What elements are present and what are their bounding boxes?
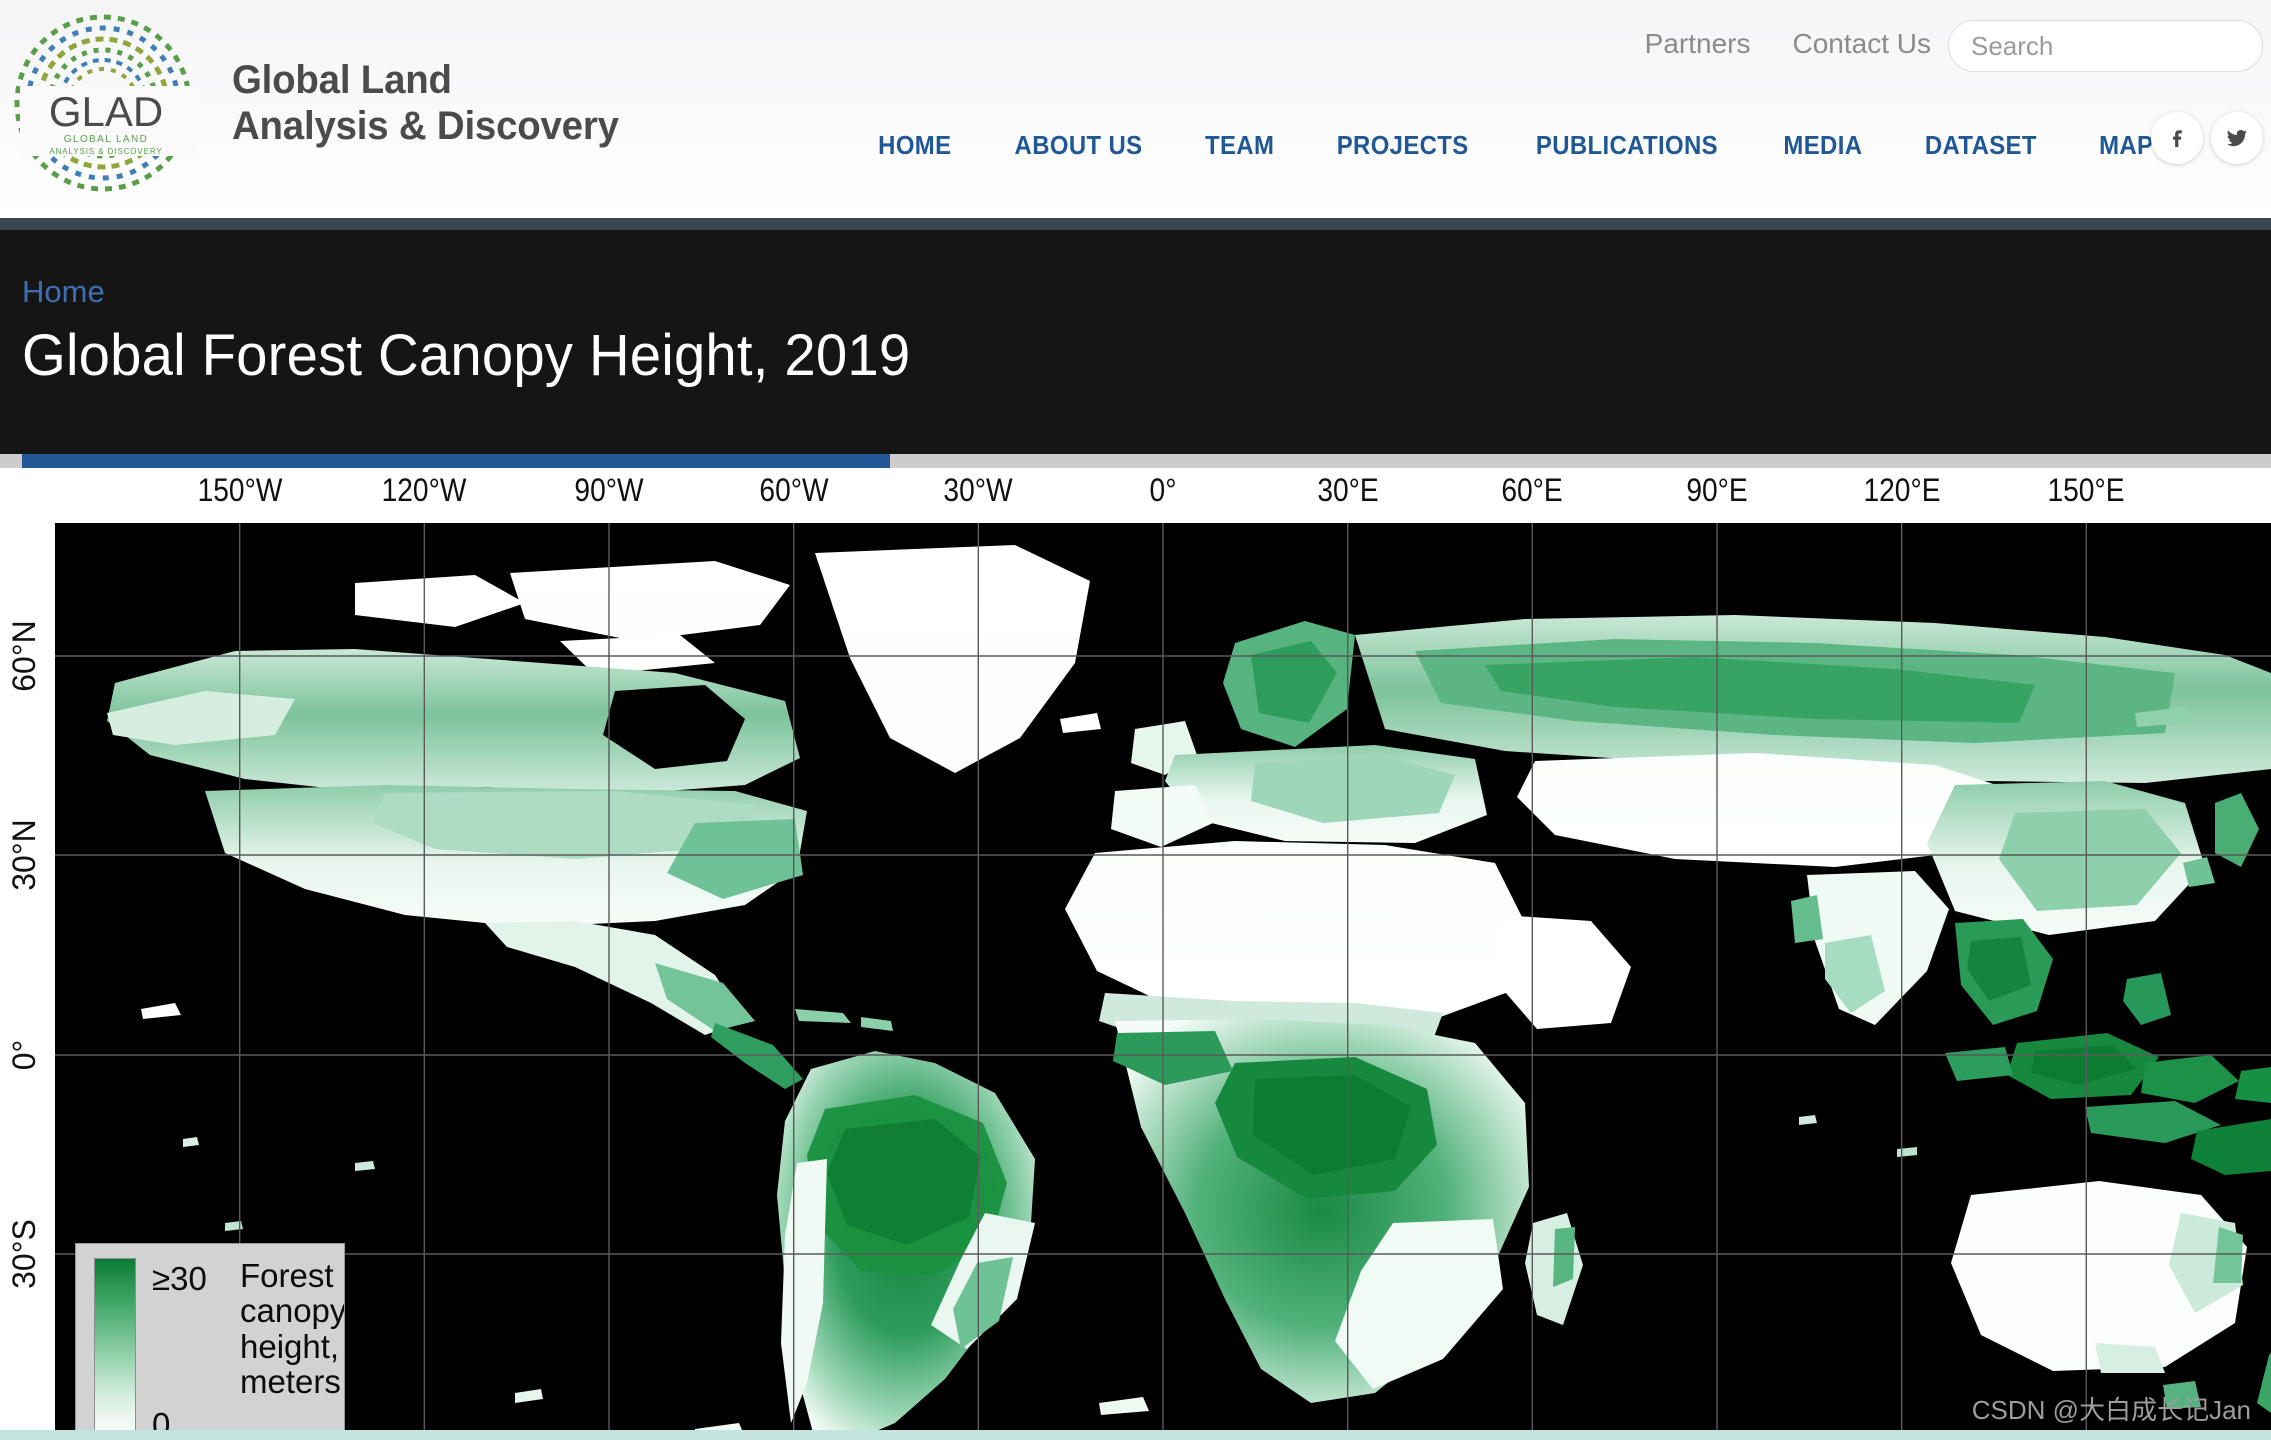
banner-top-rule <box>0 218 2271 230</box>
nav-item-media[interactable]: MEDIA <box>1759 130 1888 161</box>
search-input[interactable] <box>1971 30 2271 62</box>
util-link-contact-us[interactable]: Contact Us <box>1793 28 1932 60</box>
lat-tick-label: 30°S <box>6 1219 42 1289</box>
breadcrumb-item-home[interactable]: Home <box>22 274 105 309</box>
lon-tick-label: 90°E <box>1686 472 1748 508</box>
social-links <box>2151 112 2263 164</box>
lat-tick-label: 0° <box>6 1039 42 1070</box>
lon-tick-label: 150°W <box>197 472 283 508</box>
lon-tick-label: 60°E <box>1501 472 1564 508</box>
util-link-partners[interactable]: Partners <box>1645 28 1751 60</box>
svg-text:ANALYSIS & DISCOVERY: ANALYSIS & DISCOVERY <box>49 147 162 156</box>
page-title: Global Forest Canopy Height, 2019 <box>22 323 911 388</box>
legend-scale: ≥30 0 <box>152 1258 224 1439</box>
world-canopy-height-map <box>55 523 2271 1440</box>
nav-item-about-us[interactable]: ABOUT US <box>989 130 1167 161</box>
lon-tick-label: 120°E <box>1863 472 1941 508</box>
legend-color-ramp <box>94 1258 136 1439</box>
twitter-icon[interactable] <box>2211 112 2263 164</box>
page-banner: Home Global Forest Canopy Height, 2019 <box>0 230 2271 454</box>
nav-item-home[interactable]: HOME <box>853 130 976 161</box>
legend-caption: Forest canopy height, meters <box>240 1257 345 1400</box>
utility-nav: Partners Contact Us <box>1645 28 1931 60</box>
brand[interactable]: GLAD GLOBAL LAND ANALYSIS & DISCOVERY Gl… <box>8 8 635 198</box>
legend-max-label: ≥30 <box>152 1260 207 1297</box>
viewport-bottom-bar <box>0 1430 2271 1440</box>
main-nav: HOME ABOUT US TEAM PROJECTS PUBLICATIONS… <box>848 130 2199 161</box>
breadcrumb: Home <box>22 274 2271 310</box>
svg-text:GLAD: GLAD <box>49 88 163 135</box>
lon-tick-label: 60°W <box>759 472 829 508</box>
watermark: CSDN @大白成长记Jan <box>1971 1395 2251 1425</box>
lat-tick-label: 30°N <box>6 819 42 891</box>
glad-circular-logo-icon: GLAD GLOBAL LAND ANALYSIS & DISCOVERY <box>8 8 198 198</box>
svg-text:GLOBAL LAND: GLOBAL LAND <box>64 134 149 145</box>
latitude-axis: 60°N 30°N 0° 30°S <box>0 523 55 1440</box>
lon-tick-label: 120°W <box>381 472 467 508</box>
nav-item-projects[interactable]: PROJECTS <box>1312 130 1494 161</box>
brand-title: Global Land Analysis & Discovery <box>232 57 619 148</box>
nav-item-team[interactable]: TEAM <box>1180 130 1299 161</box>
facebook-icon[interactable] <box>2151 112 2203 164</box>
nav-item-publications[interactable]: PUBLICATIONS <box>1511 130 1743 161</box>
lon-tick-label: 150°E <box>2047 472 2125 508</box>
accent-bar-track <box>0 454 2271 468</box>
site-header: GLAD GLOBAL LAND ANALYSIS & DISCOVERY Gl… <box>0 0 2271 218</box>
lon-tick-label: 30°E <box>1316 472 1379 508</box>
lon-tick-label: 0° <box>1149 472 1177 508</box>
search-box[interactable] <box>1948 20 2271 72</box>
longitude-axis: 150°W 120°W 90°W 60°W 30°W 0° 30°E 60°E 90°E 120°… <box>0 468 2271 523</box>
map-legend: ≥30 0 Forest canopy height, meters <box>75 1243 345 1440</box>
lon-tick-label: 30°W <box>943 472 1013 508</box>
lon-tick-label: 90°W <box>574 472 644 508</box>
nav-item-dataset[interactable]: DATASET <box>1900 130 2062 161</box>
accent-bar-fill <box>22 454 890 468</box>
lat-tick-label: 60°N <box>6 620 42 692</box>
